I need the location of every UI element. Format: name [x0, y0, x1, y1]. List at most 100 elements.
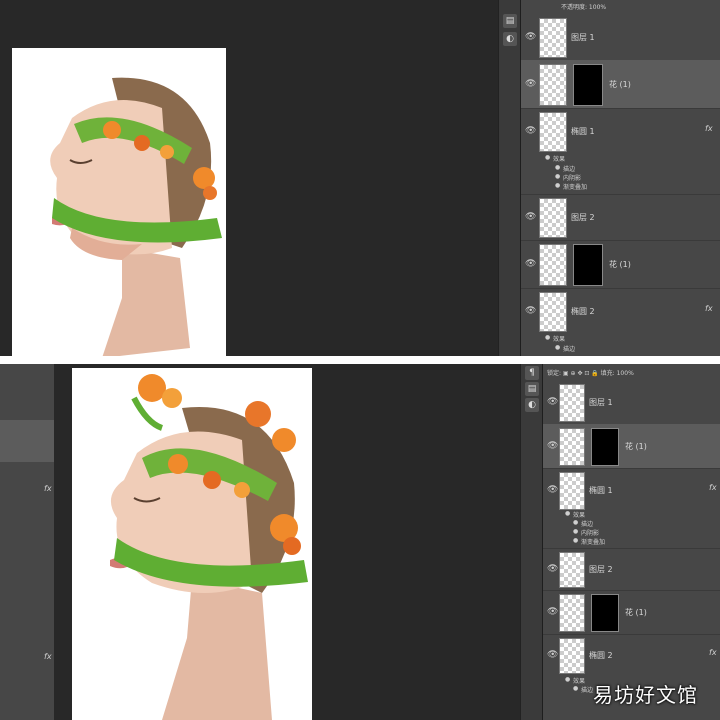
layers-panel: 不透明度: 100% 👁 图层 1 👁 花 (1) 👁 椭圆 1 fx ● 效果… — [520, 0, 720, 356]
layer-thumbnail — [539, 112, 567, 152]
effects-label: 效果 — [553, 156, 566, 163]
layers-panel: 锁定: ▣ ⊕ ✥ ⊡ 🔒 填充: 100% 👁 图层 1 👁 花 (1) 👁 … — [542, 364, 720, 720]
effect-item: 内阴影 — [563, 175, 582, 182]
layer-mask-thumbnail[interactable] — [591, 594, 619, 632]
options-bar[interactable]: 不透明度: 100% — [561, 2, 606, 11]
eye-icon[interactable]: ● — [555, 164, 560, 171]
eye-icon[interactable]: ● — [573, 537, 578, 544]
effect-item: 渐变叠加 — [581, 539, 606, 546]
watermark-text: 易坊好文馆 — [593, 683, 698, 707]
eye-icon[interactable]: ● — [545, 334, 550, 341]
layer-mask-thumbnail[interactable] — [591, 428, 619, 466]
layer-mask-thumbnail[interactable] — [573, 64, 603, 106]
layer-row[interactable]: 👁 椭圆 2 fx ● 效果 ● 描边 — [521, 288, 720, 356]
layer-thumbnail — [559, 638, 585, 674]
layer-row[interactable]: 👁 图层 1 — [521, 14, 720, 61]
layer-thumbnail — [539, 198, 567, 238]
eye-icon[interactable]: 👁 — [547, 485, 558, 495]
effects-label: 效果 — [573, 512, 586, 519]
document-canvas[interactable] — [72, 368, 312, 720]
separator — [0, 356, 720, 364]
layer-name: 图层 2 — [571, 213, 595, 222]
options-bar[interactable]: 锁定: ▣ ⊕ ✥ ⊡ 🔒 填充: 100% — [547, 368, 634, 377]
effect-item: 描边 — [581, 687, 594, 694]
layer-thumbnail — [559, 594, 585, 632]
effect-item: 渐变叠加 — [563, 184, 588, 191]
layer-row[interactable]: 👁 图层 1 — [543, 380, 720, 425]
layer-thumbnail — [559, 552, 585, 588]
layer-row[interactable]: 👁 花 (1) — [521, 60, 720, 109]
eye-icon[interactable]: 👁 — [547, 607, 558, 617]
eye-icon[interactable]: 👁 — [547, 397, 558, 407]
eye-icon[interactable]: ● — [573, 685, 578, 692]
layer-row[interactable]: 👁 椭圆 1 fx ● 效果 ● 描边 ● 内阴影 ● 渐变叠加 — [521, 108, 720, 195]
layer-row[interactable]: 👁 花 (1) — [543, 590, 720, 635]
effects-label: 效果 — [553, 336, 566, 343]
layer-thumbnail — [539, 244, 567, 286]
eye-icon[interactable]: ● — [555, 182, 560, 189]
layer-thumbnail — [539, 64, 567, 106]
eye-icon[interactable]: ● — [573, 528, 578, 535]
layer-name: 花 (1) — [625, 442, 647, 451]
layer-thumbnail — [539, 292, 567, 332]
layer-name: 椭圆 1 — [589, 486, 613, 495]
eye-icon[interactable]: ● — [573, 519, 578, 526]
eye-icon[interactable]: 👁 — [525, 32, 536, 42]
top-screenshot: ▤ ◐ 不透明度: 100% 👁 图层 1 👁 花 (1) 👁 椭圆 1 fx … — [0, 0, 720, 356]
artwork-image — [110, 374, 308, 720]
layer-name: 图层 1 — [589, 398, 613, 407]
layer-row[interactable]: 👁 图层 2 — [543, 548, 720, 591]
eye-icon[interactable]: 👁 — [547, 650, 558, 660]
adjust-tool-icon[interactable]: ◐ — [503, 32, 517, 46]
layer-row[interactable]: 👁 花 (1) — [543, 424, 720, 469]
selected-row-fragment — [0, 420, 54, 462]
layers-tool-icon[interactable]: ▤ — [525, 382, 539, 396]
layer-row[interactable]: 👁 花 (1) — [521, 240, 720, 289]
layers-tool-icon[interactable]: ▤ — [503, 14, 517, 28]
layer-row[interactable]: 👁 椭圆 1 fx ● 效果 ● 描边 ● 内阴影 ● 渐变叠加 — [543, 468, 720, 549]
adjust-tool-icon[interactable]: ◐ — [525, 398, 539, 412]
eye-icon[interactable]: 👁 — [525, 79, 536, 89]
eye-icon[interactable]: ● — [565, 676, 570, 683]
layer-mask-thumbnail[interactable] — [573, 244, 603, 286]
layer-thumbnail — [559, 384, 585, 422]
artwork-image — [50, 77, 222, 356]
eye-icon[interactable]: ● — [565, 510, 570, 517]
panel-toolbar: ¶ ▤ ◐ — [520, 364, 543, 720]
eye-icon[interactable]: ● — [545, 154, 550, 161]
layer-name: 图层 1 — [571, 33, 595, 42]
layer-thumbnail — [559, 428, 585, 466]
left-panel-fragment: fx fx — [0, 364, 54, 720]
layer-name: 椭圆 2 — [571, 307, 595, 316]
eye-icon[interactable]: 👁 — [525, 126, 536, 136]
eye-icon[interactable]: 👁 — [525, 259, 536, 269]
eye-icon[interactable]: ● — [555, 173, 560, 180]
layer-name: 图层 2 — [589, 565, 613, 574]
fx-icon[interactable]: fx — [44, 652, 52, 661]
effect-item: 描边 — [581, 521, 594, 528]
effects-label: 效果 — [573, 678, 586, 685]
eye-icon[interactable]: ● — [555, 344, 560, 351]
layers-tool-icon[interactable]: ¶ — [525, 366, 539, 380]
layer-name: 椭圆 2 — [589, 651, 613, 660]
panel-toolbar: ▤ ◐ — [498, 0, 521, 356]
fx-icon[interactable]: fx — [705, 124, 713, 133]
fx-icon[interactable]: fx — [709, 483, 717, 492]
fx-icon[interactable]: fx — [705, 304, 713, 313]
eye-icon[interactable]: 👁 — [547, 564, 558, 574]
eye-icon[interactable]: 👁 — [525, 212, 536, 222]
layer-name: 花 (1) — [609, 80, 631, 89]
effect-item: 内阴影 — [581, 530, 600, 537]
layer-thumbnail — [539, 18, 567, 58]
fx-icon[interactable]: fx — [44, 484, 52, 493]
bottom-screenshot: fx fx ¶ ▤ ◐ 锁定: ▣ ⊕ ✥ ⊡ 🔒 填充: 100% 👁 图层 … — [0, 364, 720, 720]
fx-icon[interactable]: fx — [709, 648, 717, 657]
layer-thumbnail — [559, 472, 585, 510]
eye-icon[interactable]: 👁 — [547, 441, 558, 451]
layer-name: 椭圆 1 — [571, 127, 595, 136]
layer-row[interactable]: 👁 图层 2 — [521, 194, 720, 241]
document-canvas[interactable] — [12, 48, 226, 356]
effect-item: 描边 — [563, 346, 576, 353]
eye-icon[interactable]: 👁 — [525, 306, 536, 316]
effect-item: 描边 — [563, 166, 576, 173]
